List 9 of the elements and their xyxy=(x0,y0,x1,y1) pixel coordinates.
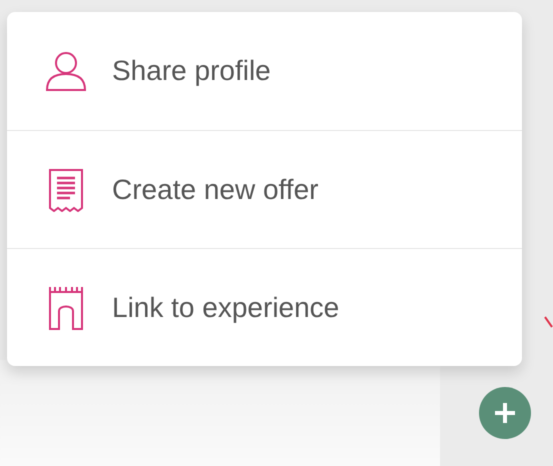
pen-stroke xyxy=(544,316,553,328)
menu-item[interactable]: Create new offer xyxy=(7,130,522,248)
menu-item[interactable]: Link to experience xyxy=(7,248,522,366)
add-button[interactable] xyxy=(479,387,531,439)
receipt-icon xyxy=(48,168,84,212)
person-icon xyxy=(45,50,87,92)
menu-item[interactable]: Share profile xyxy=(7,12,522,130)
gate-icon xyxy=(48,284,84,330)
plus-icon xyxy=(493,401,517,425)
